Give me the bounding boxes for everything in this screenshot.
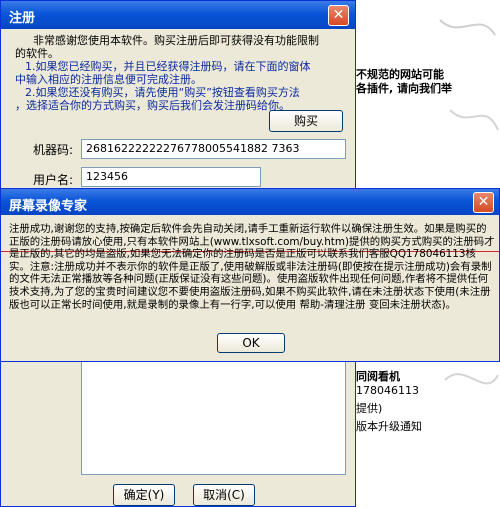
username-label: 用户名: xyxy=(33,173,74,187)
close-icon: ✕ xyxy=(477,194,490,210)
cancel-button[interactable]: 取消(C) xyxy=(193,484,255,506)
ok-button[interactable]: 确定(Y) xyxy=(113,484,175,506)
register-title: 注册 xyxy=(9,11,36,26)
close-icon: ✕ xyxy=(332,7,345,23)
intro-line: 中输入相应的注册信息便可完成注册。 xyxy=(15,73,202,86)
register-titlebar[interactable]: 注册 ✕ xyxy=(1,1,355,29)
intro-line: 的软件。 xyxy=(15,47,59,60)
message-ok-button[interactable]: OK xyxy=(217,333,285,353)
bg-text-line: 各插件, 请向我们举 xyxy=(356,82,453,95)
message-titlebar[interactable]: 屏幕录像专家 ✕ xyxy=(1,189,499,215)
bg-text-line: 提供) xyxy=(356,402,383,415)
message-dialog: 屏幕录像专家 ✕ 注册成功,谢谢您的支持,按确定后软件会先自动关闭,请手工重新运… xyxy=(0,188,500,362)
message-title: 屏幕录像专家 xyxy=(9,199,88,214)
register-close-button[interactable]: ✕ xyxy=(328,5,349,26)
bg-text-line: 178046113 xyxy=(356,384,419,397)
bg-text-line: 版本升级通知 xyxy=(356,420,422,433)
bg-text-line: 同阅看机 xyxy=(356,370,400,383)
intro-line: 非常感谢您使用本软件。购买注册后即可获得没有功能限制 xyxy=(33,34,319,47)
message-close-button[interactable]: ✕ xyxy=(473,192,494,213)
machine-code-field[interactable]: 26816222222276778005541882 7363 xyxy=(81,139,346,159)
message-body: 注册成功,谢谢您的支持,按确定后软件会先自动关闭,请手工重新运行软件以确保注册生… xyxy=(9,223,495,311)
buy-button[interactable]: 购买 xyxy=(269,110,343,132)
machine-code-label: 机器码: xyxy=(33,143,74,157)
username-input[interactable]: 123456 xyxy=(81,167,261,187)
intro-line: 2.如果您还没有购买，请先使用“购买”按钮查看购买方法 xyxy=(25,86,300,99)
intro-line: 1.如果您已经购买，并且已经获得注册码，请在下面的窗体 xyxy=(25,60,311,73)
intro-line: ，选择适合你的方式购买，购买后我们会发注册码给你。 xyxy=(15,99,290,112)
